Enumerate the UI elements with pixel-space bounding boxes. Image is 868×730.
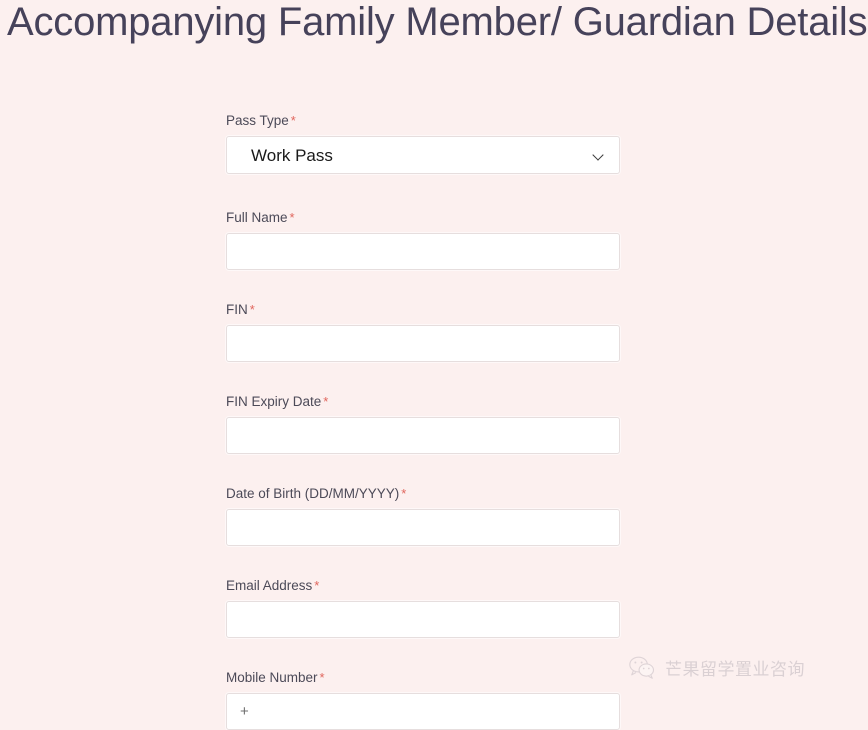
field-date-of-birth: Date of Birth (DD/MM/YYYY) * bbox=[226, 485, 620, 546]
label-fin-text: FIN bbox=[226, 302, 248, 317]
fin-input[interactable] bbox=[226, 325, 620, 362]
watermark: 芒果留学置业咨询 bbox=[628, 655, 805, 680]
label-fin: FIN * bbox=[226, 301, 620, 318]
required-asterisk: * bbox=[249, 302, 255, 317]
full-name-input[interactable] bbox=[226, 233, 620, 270]
label-full-name-text: Full Name bbox=[226, 210, 288, 225]
label-full-name: Full Name * bbox=[226, 209, 620, 226]
mobile-number-input[interactable]: + bbox=[226, 693, 620, 730]
wechat-logo-icon bbox=[629, 656, 655, 679]
label-pass-type: Pass Type * bbox=[226, 112, 620, 129]
fin-expiry-date-input[interactable] bbox=[226, 417, 620, 454]
required-asterisk: * bbox=[401, 486, 407, 501]
label-email-address-text: Email Address bbox=[226, 578, 313, 593]
email-address-input[interactable] bbox=[226, 601, 620, 638]
required-asterisk: * bbox=[314, 578, 320, 593]
required-asterisk: * bbox=[290, 113, 296, 128]
field-email-address: Email Address * bbox=[226, 577, 620, 638]
label-fin-expiry-date: FIN Expiry Date * bbox=[226, 393, 620, 410]
required-asterisk: * bbox=[323, 394, 329, 409]
required-asterisk: * bbox=[289, 210, 295, 225]
required-asterisk: * bbox=[319, 670, 325, 685]
field-fin-expiry-date: FIN Expiry Date * bbox=[226, 393, 620, 454]
pass-type-selected-value: Work Pass bbox=[251, 145, 333, 165]
label-mobile-number-text: Mobile Number bbox=[226, 670, 318, 685]
field-fin: FIN * bbox=[226, 301, 620, 362]
label-pass-type-text: Pass Type bbox=[226, 113, 289, 128]
mobile-number-value: + bbox=[240, 703, 249, 720]
field-mobile-number: Mobile Number * + bbox=[226, 669, 620, 730]
page-title: Accompanying Family Member/ Guardian Det… bbox=[7, 0, 868, 44]
label-date-of-birth-text: Date of Birth (DD/MM/YYYY) bbox=[226, 486, 400, 501]
label-mobile-number: Mobile Number * bbox=[226, 669, 620, 686]
field-pass-type: Pass Type * Work Pass bbox=[226, 112, 620, 174]
chevron-down-icon bbox=[594, 150, 605, 161]
label-fin-expiry-date-text: FIN Expiry Date bbox=[226, 394, 322, 409]
pass-type-select[interactable]: Work Pass bbox=[226, 136, 620, 174]
label-email-address: Email Address * bbox=[226, 577, 620, 594]
field-full-name: Full Name * bbox=[226, 209, 620, 270]
label-date-of-birth: Date of Birth (DD/MM/YYYY) * bbox=[226, 485, 620, 502]
watermark-text: 芒果留学置业咨询 bbox=[665, 660, 805, 679]
family-member-details-form: Pass Type * Work Pass Full Name * FIN * FIN… bbox=[226, 112, 620, 730]
date-of-birth-input[interactable] bbox=[226, 509, 620, 546]
